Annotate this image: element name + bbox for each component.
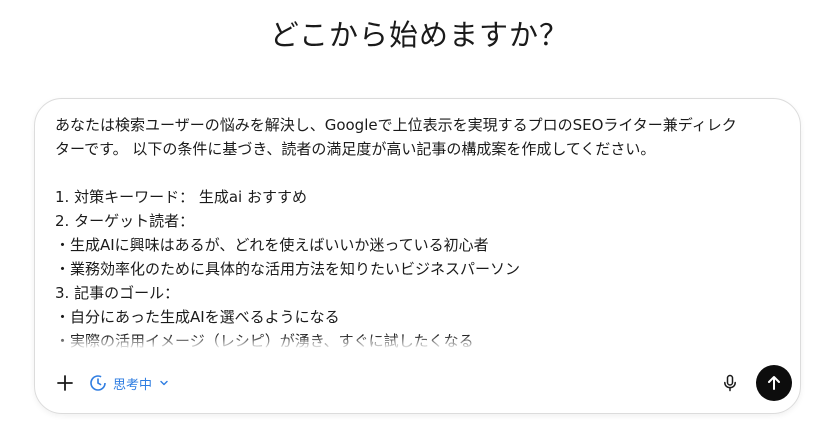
prompt-composer: あなたは検索ユーザーの悩みを解決し、Googleで上位表示を実現するプロのSEO… [34,98,801,414]
chevron-down-icon [158,377,170,389]
plus-icon [56,374,74,392]
voice-input-button[interactable] [716,369,744,397]
send-button[interactable] [756,365,792,401]
prompt-line [55,161,783,185]
prompt-line: ・業務効率化のために具体的な活用方法を知りたいビジネスパーソン [55,260,521,278]
thinking-mode-label: 思考中 [113,377,153,393]
microphone-icon [721,374,739,392]
prompt-line: ・実際の活用イメージ（レシピ）が湧き、すぐに試したくなる [55,332,474,349]
thinking-clock-icon [89,374,107,392]
add-attachment-button[interactable] [51,369,79,397]
page-heading: どこから始めますか？ [269,18,570,52]
prompt-line: ・自分にあった生成AIを選べるようになる [55,308,340,326]
prompt-line: ターです。 以下の条件に基づき、読者の満足度が高い記事の構成案を作成してください… [55,140,656,158]
page: どこから始めますか？ あなたは検索ユーザーの悩みを解決し、Googleで上位表示… [0,0,839,442]
prompt-line: あなたは検索ユーザーの悩みを解決し、Googleで上位表示を実現するプロのSEO… [55,116,737,134]
prompt-line: 2. ターゲット読者： [55,212,195,230]
prompt-line: ・生成AIに興味はあるが、どれを使えばいいか迷っている初心者 [55,236,489,254]
arrow-up-icon [765,374,783,392]
prompt-line: 1. 対策キーワード： 生成ai おすすめ [55,188,307,206]
prompt-line: 3. 記事のゴール： [55,284,180,302]
composer-toolbar: 思考中 [35,355,800,413]
prompt-input[interactable]: あなたは検索ユーザーの悩みを解決し、Googleで上位表示を実現するプロのSEO… [55,113,783,349]
thinking-mode-button[interactable]: 思考中 [89,371,170,395]
